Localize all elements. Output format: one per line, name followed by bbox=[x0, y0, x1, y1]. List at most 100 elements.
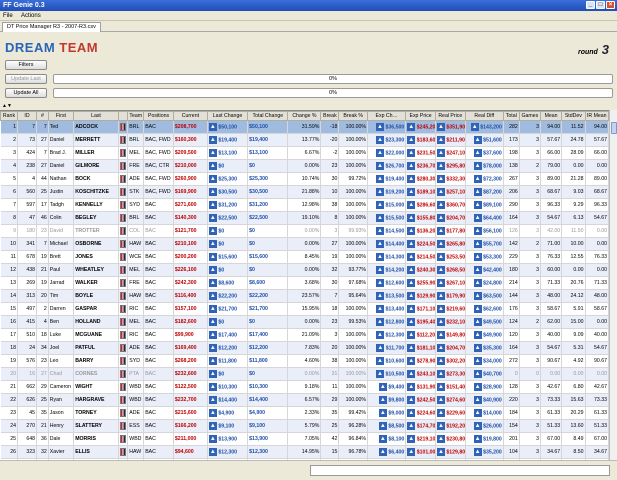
table-cell: ▲ $53,300 bbox=[465, 250, 504, 264]
cell-value: $14,400 bbox=[249, 397, 268, 403]
column-header[interactable]: Exp Ch… bbox=[367, 111, 407, 121]
table-cell: 100.00% bbox=[338, 198, 369, 212]
column-header[interactable]: First bbox=[47, 111, 75, 121]
cell-value: $62,600 bbox=[483, 306, 502, 313]
table-row[interactable]: 12 438 21 Paul WHEATLEY MEL BAC $226,100 ▲ $0 $0 0… bbox=[0, 263, 609, 277]
filters-button[interactable]: Filters bbox=[5, 60, 47, 70]
column-header[interactable]: Current bbox=[172, 111, 208, 121]
column-header[interactable]: Total Change bbox=[247, 111, 289, 121]
cell-value: 5.79% bbox=[304, 423, 320, 429]
table-row[interactable]: 22 626 25 Ryan HARGRAVE WBD BAC $232,700 ▲ $14,4… bbox=[0, 393, 609, 407]
table-row[interactable]: 23 45 35 Jason TORNEY ADE BAC $215,600 ▲ $4,900 $… bbox=[0, 406, 609, 420]
cell-value: TORNEY bbox=[75, 410, 97, 416]
table-cell: 96.33 bbox=[540, 198, 563, 212]
table-row[interactable]: 19 576 23 Leo BARRY SYD BAC $268,200 ▲ $11,800 $1… bbox=[0, 354, 609, 368]
table-row[interactable]: 20 16 27 Chad CORNES PTA BAC $232,600 ▲ $0 $0 0.00… bbox=[0, 367, 609, 381]
menu-file[interactable]: File bbox=[3, 13, 13, 19]
table-cell: 3 bbox=[519, 328, 541, 342]
column-header[interactable]: Exp Price bbox=[405, 111, 436, 121]
column-header[interactable]: Break bbox=[320, 111, 340, 121]
table-row[interactable]: 24 270 21 Henry SLATTERY ESS BAC $166,200 ▲ $9,1… bbox=[0, 419, 609, 433]
table-cell: 576 bbox=[17, 354, 38, 368]
cell-value: $332,300 bbox=[446, 176, 466, 183]
close-button[interactable]: × bbox=[606, 1, 615, 9]
column-header[interactable]: ID bbox=[16, 111, 38, 121]
document-tab[interactable]: DT Price Manager R3 - 2007-R3.csv bbox=[2, 22, 101, 32]
table-cell: ▲ $136,200 bbox=[405, 224, 436, 238]
table-cell: 290 bbox=[503, 198, 520, 212]
cell-value: SYD bbox=[129, 202, 140, 208]
arrow-up-icon: ▲ bbox=[436, 357, 445, 365]
split-arrows-icon[interactable]: ▲▼ bbox=[2, 103, 12, 109]
vertical-scrollbar[interactable] bbox=[609, 110, 617, 460]
table-row[interactable]: 9 180 23 David TROTTER COL BAC $121,700 ▲ $0 $0 0.… bbox=[0, 224, 609, 238]
table-cell: ▲ $14,300 bbox=[367, 250, 407, 264]
table-row[interactable]: 2 73 27 Daniel MERRETT BRL BAC, FWD $160,300 ▲ $… bbox=[0, 133, 609, 147]
table-cell: BAC bbox=[143, 120, 174, 134]
column-header[interactable]: Last Change bbox=[206, 111, 249, 121]
table-row[interactable]: 8 47 46 Colin BEGLEY BRL BAC $140,300 ▲ $22,500 $… bbox=[0, 211, 609, 225]
table-row[interactable]: 4 238 27 Daniel GILMORE FRE BAC, CTR $210,000 ▲ … bbox=[0, 159, 609, 173]
table-row[interactable]: 16 415 4 Ben HOLLAND MEL BAC $182,600 ▲ $0 $0 0.00… bbox=[0, 315, 609, 329]
column-header[interactable]: Mean bbox=[539, 111, 563, 121]
cell-value: $10,300 bbox=[249, 384, 268, 390]
table-row[interactable]: 11 678 19 Brett JONES WCE BAC $200,200 ▲ $15,600… bbox=[0, 250, 609, 264]
table-row[interactable]: 5 4 44 Nathan BOCK ADE BAC, FWD $260,900 ▲ $25,3… bbox=[0, 172, 609, 186]
table-cell: FRE bbox=[127, 159, 145, 173]
cell-value: ELLIS bbox=[75, 449, 90, 455]
cell-value: $19,400 bbox=[218, 137, 238, 144]
column-header[interactable]: Total bbox=[502, 111, 520, 121]
menu-actions[interactable]: Actions bbox=[21, 13, 41, 19]
column-header[interactable]: Games bbox=[518, 111, 541, 121]
arrow-up-icon: ▲ bbox=[407, 396, 416, 404]
table-row[interactable]: 13 269 19 Jarrad WALKER FRE BAC $242,300 ▲ $8,60… bbox=[0, 276, 609, 290]
table-row[interactable]: 25 648 36 Dale MORRIS WBD BAC $211,000 ▲ $13,900… bbox=[0, 432, 609, 446]
table-row[interactable]: 1 7 7 Ted ADCOCK BRL BAC $208,700 ▲ $50,100 $50,1… bbox=[0, 120, 609, 134]
cell-value: 2 bbox=[536, 319, 539, 325]
cell-value: $204,700 bbox=[446, 345, 466, 352]
column-header[interactable]: Rank bbox=[0, 111, 18, 121]
table-row[interactable]: 14 313 20 Tim BOYLE HAW BAC $116,400 ▲ $22,200 $2… bbox=[0, 289, 609, 303]
table-row[interactable]: 21 662 29 Cameron WIGHT WBD BAC $122,500 ▲ $10,3… bbox=[0, 380, 609, 394]
minimize-button[interactable]: _ bbox=[586, 1, 595, 9]
team-jumper-icon bbox=[120, 227, 127, 235]
scroll-thumb[interactable] bbox=[611, 122, 617, 134]
maximize-button[interactable]: □ bbox=[596, 1, 605, 9]
round-number: 3 bbox=[601, 42, 609, 57]
cell-value: $53,300 bbox=[483, 254, 502, 261]
arrow-up-icon: ▲ bbox=[208, 227, 217, 235]
column-header[interactable]: StdDev bbox=[561, 111, 586, 121]
table-row[interactable]: 26 323 32 Xavier ELLIS HAW BAC $94,600 ▲ $12,300… bbox=[0, 445, 609, 459]
column-header[interactable]: IR Mean bbox=[584, 111, 609, 121]
column-header[interactable]: Last bbox=[73, 111, 119, 121]
cell-value: 31.59% bbox=[301, 124, 320, 130]
column-header[interactable]: Real Price bbox=[434, 111, 466, 121]
table-row[interactable]: 6 560 25 Justin KOSCHITZKE STK BAC, FWD $169,90… bbox=[0, 185, 609, 199]
arrow-up-icon: ▲ bbox=[208, 383, 217, 391]
column-header[interactable]: Team bbox=[127, 111, 145, 121]
cell-value: 32 bbox=[40, 449, 47, 455]
table-cell: 0.00 bbox=[561, 159, 586, 173]
table-row[interactable]: 18 24 34 Joel PATFUL ADE BAC $169,400 ▲ $12,200 $… bbox=[0, 341, 609, 355]
table-cell: 21.28 bbox=[561, 172, 586, 186]
column-header[interactable]: Break % bbox=[338, 111, 369, 121]
table-row[interactable]: 17 510 18 Luke MCGUANE RIC BAC $99,900 ▲ $17,400… bbox=[0, 328, 609, 342]
column-header[interactable] bbox=[117, 111, 129, 121]
table-row[interactable]: 7 597 17 Tadgh KENNELLY SYD BAC $271,600 ▲ $31,2… bbox=[0, 198, 609, 212]
table-row[interactable]: 3 424 7 Brad J. MILLER MEL BAC, FWD $209,500 ▲ $… bbox=[0, 146, 609, 160]
arrow-up-icon: ▲ bbox=[208, 266, 217, 274]
column-header[interactable]: Change % bbox=[287, 111, 322, 121]
table-cell: 15 bbox=[320, 445, 340, 459]
column-header[interactable]: # bbox=[36, 111, 49, 121]
cell-value: 35 bbox=[40, 410, 47, 416]
table-row[interactable]: 10 341 7 Michael OSBORNE HAW BAC $210,100 ▲ $0 $0… bbox=[0, 237, 609, 251]
table-row[interactable]: 15 497 2 Darren GASPAR RIC BAC $157,100 ▲ $21,70… bbox=[0, 302, 609, 316]
cell-value: MILLER bbox=[75, 150, 95, 156]
column-header[interactable]: Real Diff bbox=[464, 111, 504, 121]
update-all-button[interactable]: Update All bbox=[5, 88, 47, 98]
column-header[interactable]: Positions bbox=[143, 111, 174, 121]
cell-value: 66.00 bbox=[594, 150, 607, 156]
update-last-button[interactable]: Update Last bbox=[5, 74, 47, 84]
table-cell: ▲ $50,100 bbox=[207, 120, 249, 134]
cell-value: 19 bbox=[10, 358, 16, 364]
